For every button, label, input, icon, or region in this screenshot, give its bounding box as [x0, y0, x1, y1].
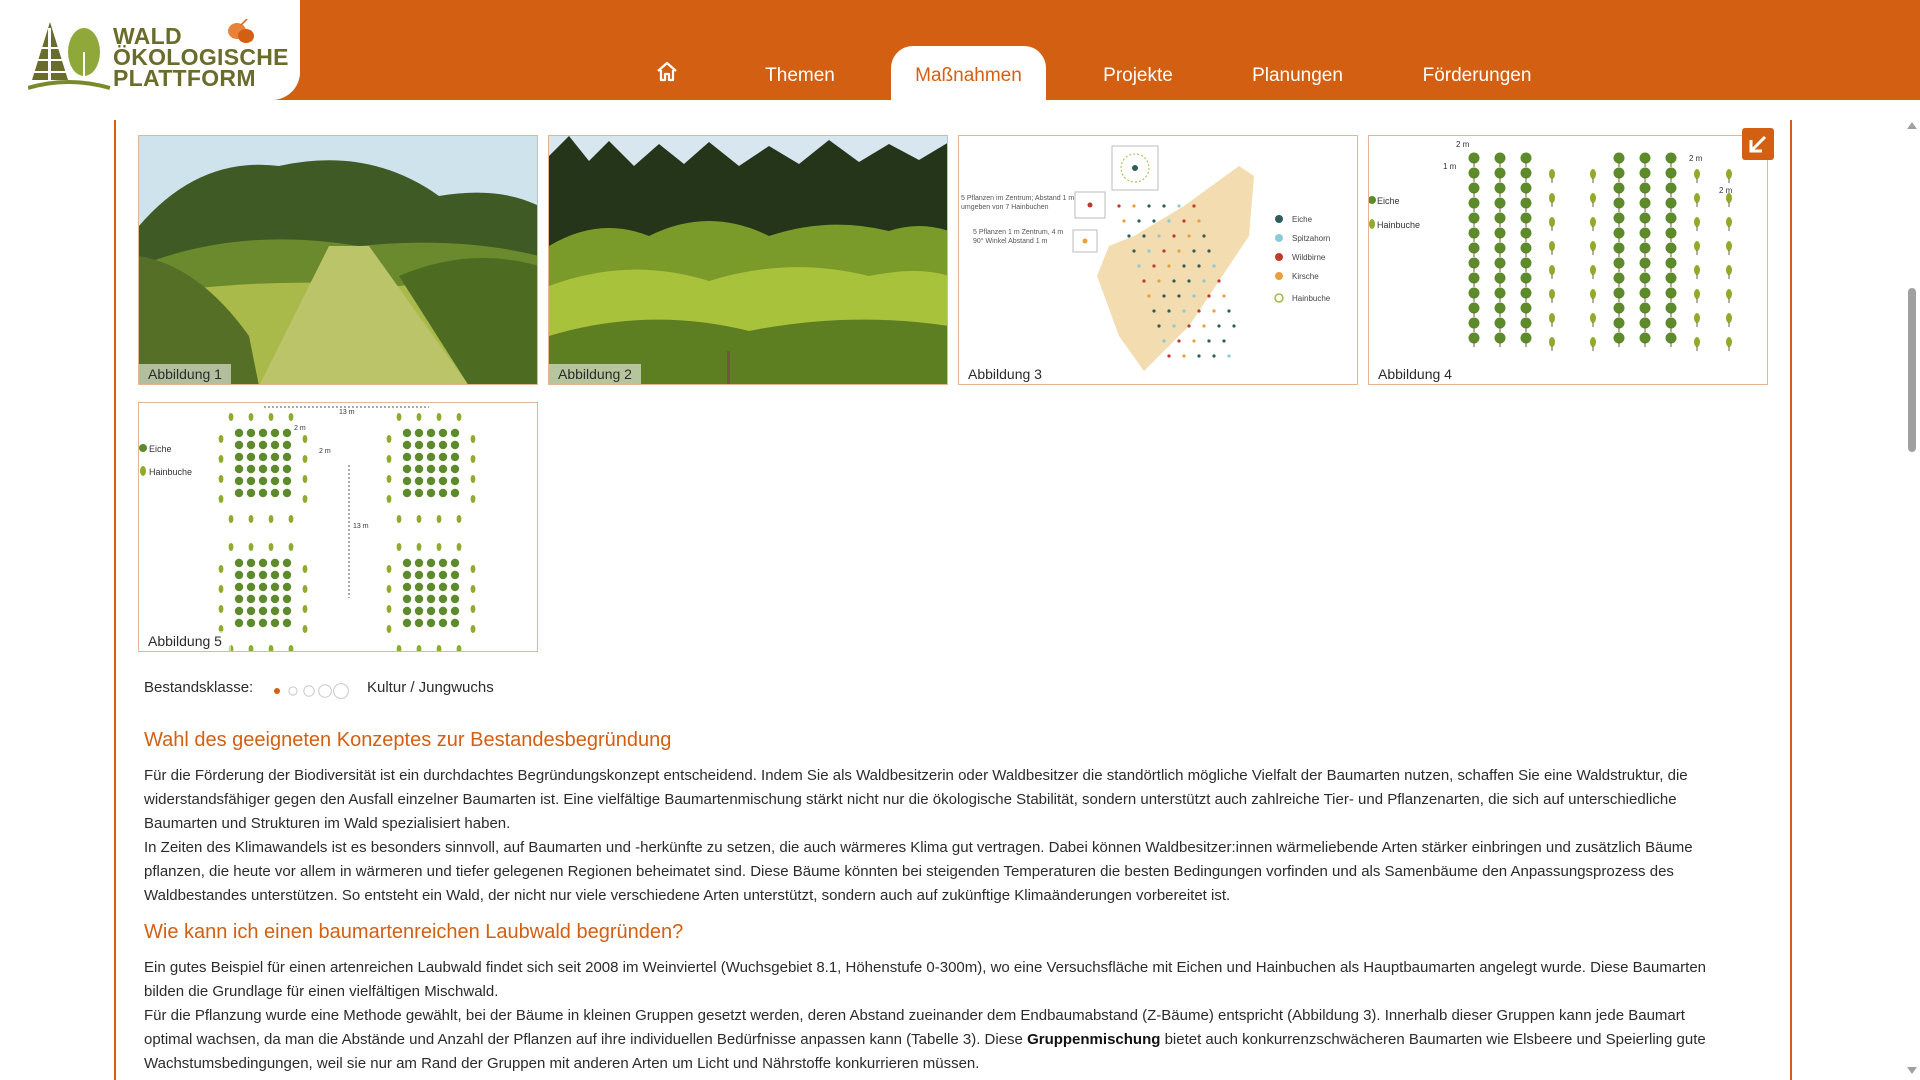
- stand-class-dot: [274, 688, 280, 694]
- scroll-down-arrow[interactable]: [1907, 1067, 1917, 1074]
- fig3-legend-hainbuche: Hainbuche: [1292, 294, 1331, 303]
- fig3-note-2: 5 Pflanzen 1 m Zentrum, 4 m 90° Winkel A…: [973, 229, 1064, 245]
- figure-2[interactable]: Abbildung 2: [548, 135, 948, 385]
- collapse-gallery-button[interactable]: [1742, 128, 1774, 160]
- figure-5[interactable]: 13 m 2 m 2 m 13 m Eiche Hainbuche Abbild…: [138, 402, 538, 652]
- fig4-label-left: 1 m: [1443, 162, 1457, 171]
- figure-3[interactable]: 5 Pflanzen im Zentrum; Abstand 1 m umgeb…: [958, 135, 1358, 385]
- section-2-body: Ein gutes Beispiel für einen artenreiche…: [144, 956, 1724, 1076]
- fig4-legend-eiche: Eiche: [1377, 196, 1400, 206]
- stand-class-dot: [288, 686, 298, 696]
- section-2-bold-term: Gruppenmischung: [1027, 1031, 1161, 1048]
- section-1-body: Für die Förderung der Biodiversität ist …: [144, 764, 1724, 908]
- stand-class-dot: [303, 685, 315, 697]
- fig3-note-1: 5 Pflanzen im Zentrum; Abstand 1 m umgeb…: [961, 195, 1075, 211]
- nav-item-themen[interactable]: Themen: [745, 46, 855, 100]
- figure-caption: Abbildung 1: [139, 364, 231, 384]
- fig5-label-top: 2 m: [294, 425, 306, 432]
- stand-class-indicator: [272, 683, 356, 704]
- nav-item-massnahmen[interactable]: Maßnahmen: [891, 46, 1046, 100]
- scroll-up-arrow[interactable]: [1907, 122, 1917, 129]
- section-2-paragraph-1: Ein gutes Beispiel für einen artenreiche…: [144, 959, 1707, 1000]
- home-icon[interactable]: [655, 60, 679, 89]
- figure-caption: Abbildung 3: [959, 364, 1051, 384]
- section-heading-2: Wie kann ich einen baumartenreichen Laub…: [144, 921, 684, 943]
- meadow-photo: [139, 136, 537, 384]
- fig3-legend-kirsche: Kirsche: [1292, 272, 1319, 281]
- group-planting-diagram: [139, 406, 476, 651]
- section-1-paragraph-2: In Zeiten des Klimawandels ist es besond…: [144, 839, 1693, 904]
- nav-item-planungen[interactable]: Planungen: [1235, 46, 1360, 100]
- stand-class-value: Kultur / Jungwuchs: [367, 679, 494, 696]
- fig4-legend-hainbuche: Hainbuche: [1377, 220, 1421, 230]
- fig4-label-row: 2 m: [1719, 186, 1733, 195]
- arrow-down-left-icon: [1749, 135, 1767, 153]
- figure-caption: Abbildung 4: [1369, 364, 1461, 384]
- row-planting-diagram: [1369, 152, 1732, 351]
- stand-class-dot: [333, 683, 349, 699]
- fig4-label-right: 2 m: [1689, 154, 1703, 163]
- fig5-label-side: 2 m: [319, 448, 331, 455]
- fig5-label-width: 13 m: [339, 409, 355, 416]
- stand-class-label: Bestandsklasse:: [144, 679, 254, 696]
- section-2-paragraph-2: Für die Pflanzung wurde eine Methode gew…: [144, 1004, 1724, 1076]
- main-nav: Themen Maßnahmen Projekte Planungen Förd…: [0, 46, 1920, 100]
- section-1-paragraph-1: Für die Förderung der Biodiversität ist …: [144, 767, 1688, 832]
- fig5-legend-eiche: Eiche: [149, 444, 172, 454]
- stand-class-dot: [318, 684, 332, 698]
- figure-4[interactable]: 2 m 1 m 2 m 2 m Eiche Hainbuche Abbildun…: [1368, 135, 1768, 385]
- fig3-legend-spitzahorn: Spitzahorn: [1292, 234, 1331, 243]
- fig5-label-height: 13 m: [353, 523, 369, 530]
- page-scrollbar[interactable]: [1904, 120, 1920, 1080]
- fig5-legend-hainbuche: Hainbuche: [149, 467, 193, 477]
- scroll-thumb[interactable]: [1908, 288, 1916, 452]
- figure-1[interactable]: Abbildung 1: [138, 135, 538, 385]
- fig3-legend-wildbirne: Wildbirne: [1292, 253, 1326, 262]
- section-heading-1: Wahl des geeigneten Konzeptes zur Bestan…: [144, 729, 672, 751]
- header-curve: [300, 100, 1920, 120]
- nav-item-projekte[interactable]: Projekte: [1083, 46, 1193, 100]
- fig4-label-top: 2 m: [1456, 140, 1470, 149]
- figure-caption: Abbildung 2: [549, 364, 641, 384]
- young-forest-photo: [549, 136, 947, 384]
- site-header: WALD ÖKOLOGISCHE PLATTFORM Themen Maßnah…: [0, 0, 1920, 100]
- fig3-legend-eiche: Eiche: [1292, 215, 1313, 224]
- figure-caption: Abbildung 5: [139, 631, 231, 651]
- nav-item-foerderungen[interactable]: Förderungen: [1407, 46, 1547, 100]
